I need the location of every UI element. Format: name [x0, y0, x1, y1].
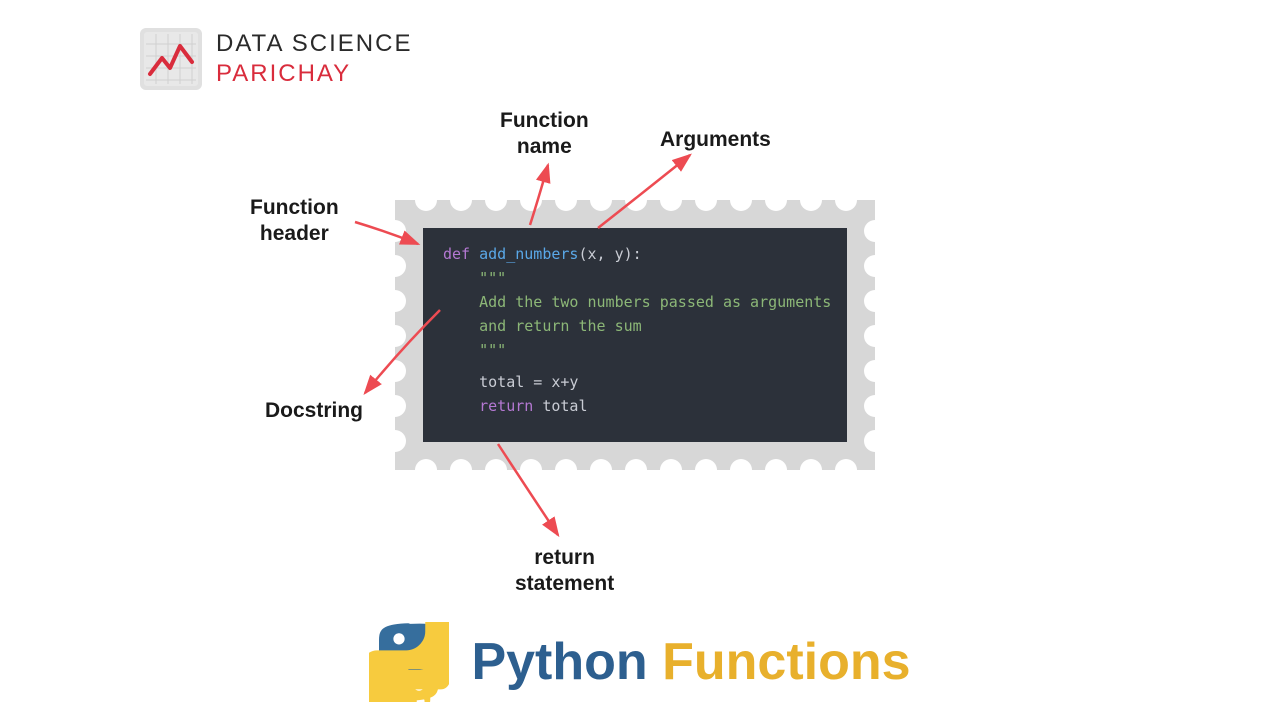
code-stamp: def add_numbers(x, y): """ Add the two n… — [395, 200, 875, 470]
label-function-name: Functionname — [500, 108, 589, 161]
token-params: (x, y): — [578, 245, 641, 263]
code-line-3: Add the two numbers passed as arguments — [443, 290, 827, 314]
logo-line2: PARICHAY — [216, 59, 412, 89]
page-title: Python Functions — [0, 622, 1280, 702]
label-arguments: Arguments — [660, 127, 771, 153]
label-return-statement: returnstatement — [515, 545, 614, 598]
label-function-header: Functionheader — [250, 195, 339, 248]
label-docstring: Docstring — [265, 398, 363, 424]
title-word-1: Python — [471, 633, 662, 691]
python-icon — [369, 622, 449, 702]
code-line-2: """ — [443, 266, 827, 290]
title-text: Python Functions — [471, 632, 910, 692]
site-logo: DATA SCIENCE PARICHAY — [140, 28, 412, 90]
token-function-name: add_numbers — [479, 245, 578, 263]
code-line-6: total = x+y — [443, 370, 827, 394]
code-line-7: return total — [443, 394, 827, 418]
title-word-2: Functions — [662, 633, 910, 691]
token-return: return — [443, 397, 542, 415]
code-line-5: """ — [443, 338, 827, 362]
logo-icon — [140, 28, 202, 90]
code-line-1: def add_numbers(x, y): — [443, 242, 827, 266]
code-line-4: and return the sum — [443, 314, 827, 338]
logo-line1: DATA SCIENCE — [216, 29, 412, 59]
token-def: def — [443, 245, 479, 263]
logo-text: DATA SCIENCE PARICHAY — [216, 29, 412, 89]
token-total: total — [542, 397, 587, 415]
code-block: def add_numbers(x, y): """ Add the two n… — [423, 228, 847, 442]
